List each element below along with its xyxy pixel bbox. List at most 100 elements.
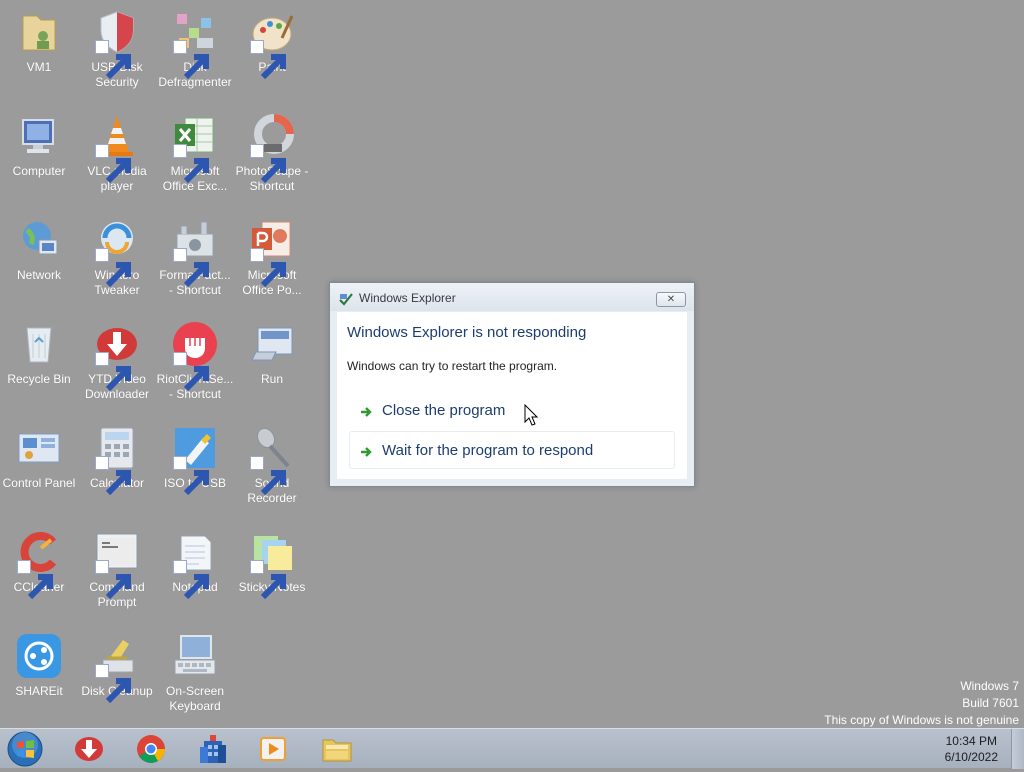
taskbar-media-player-button[interactable]: [252, 731, 294, 767]
taskbar-ytd-button[interactable]: [68, 731, 110, 767]
start-button[interactable]: [4, 730, 48, 768]
shortcut-arrow-icon: [173, 456, 209, 496]
desktop-icon-ccleaner[interactable]: CCleaner: [0, 528, 78, 600]
control-panel-icon: [15, 424, 63, 472]
desktop-icon-command-prompt[interactable]: Command Prompt: [78, 528, 156, 610]
desktop-icon-computer[interactable]: Computer: [0, 112, 78, 179]
desktop-icon-label: VM1: [26, 60, 52, 74]
shortcut-arrow-icon: [95, 144, 131, 184]
dialog-titlebar[interactable]: Windows Explorer ✕: [330, 283, 694, 311]
shortcut-arrow-icon: [95, 40, 131, 80]
desktop-icon-label: Network: [16, 268, 61, 282]
desktop-icon-label: SHAREit: [15, 684, 63, 698]
shortcut-arrow-icon: [173, 40, 209, 80]
desktop-icon-sticky-notes[interactable]: Sticky Notes: [233, 528, 311, 600]
desktop-icon-disk-cleanup[interactable]: Disk Cleanup: [78, 632, 156, 704]
format-factory-icon: [171, 216, 219, 288]
shortcut-arrow-icon: [250, 144, 286, 184]
desktop-icon-recycle-bin[interactable]: Recycle Bin: [0, 320, 78, 387]
keyboard-icon: [171, 632, 219, 680]
desktop-icon-paint[interactable]: Paint: [233, 8, 311, 80]
desktop: VM1 Computer Network Recycle Bin Control…: [0, 0, 1024, 728]
desktop-icon-label: On-Screen Keyboard: [165, 684, 225, 713]
dialog-heading: Windows Explorer is not responding: [347, 324, 587, 341]
sticky-notes-icon: [248, 528, 296, 600]
desktop-icon-shareit[interactable]: SHAREit: [0, 632, 78, 699]
shortcut-arrow-icon: [95, 456, 131, 496]
riot-fist-icon: [171, 320, 219, 392]
desktop-icon-label: Computer: [12, 164, 66, 178]
desktop-icon-winaero-tweaker[interactable]: Winaero Tweaker: [78, 216, 156, 298]
shortcut-arrow-icon: [250, 456, 286, 496]
system-clock[interactable]: 10:34 PM 6/10/2022: [945, 733, 998, 765]
green-arrow-icon: [359, 444, 373, 458]
shortcut-arrow-icon: [173, 560, 209, 600]
mouse-pointer-icon: [524, 403, 539, 426]
taskbar-chrome-button[interactable]: [130, 731, 172, 767]
desktop-icon-on-screen-keyboard[interactable]: On-Screen Keyboard: [156, 632, 234, 714]
close-program-option[interactable]: Close the program: [349, 391, 675, 429]
desktop-icon-sound-recorder[interactable]: Sound Recorder: [233, 424, 311, 506]
desktop-icon-notepad[interactable]: Notepad: [156, 528, 234, 600]
shortcut-arrow-icon: [250, 248, 286, 288]
defragmenter-icon: [171, 8, 219, 80]
desktop-icon-photoscape[interactable]: PhotoScape - Shortcut: [233, 112, 311, 194]
dialog-close-button[interactable]: ✕: [656, 292, 686, 307]
folder-icon: [322, 739, 352, 762]
building-icon: [200, 735, 226, 763]
shield-icon: [93, 8, 141, 80]
shortcut-arrow-icon: [95, 560, 131, 600]
wait-for-program-label: Wait for the program to respond: [382, 442, 594, 459]
desktop-icon-iso-to-usb[interactable]: ISO to USB: [156, 424, 234, 496]
taskbar: 10:34 PM 6/10/2022: [0, 728, 1024, 769]
desktop-icon-format-factory[interactable]: FormatFact... - Shortcut: [156, 216, 234, 298]
clock-date: 6/10/2022: [944, 750, 998, 764]
recycle-bin-icon: [15, 320, 63, 368]
taskbar-app-button[interactable]: [192, 731, 234, 767]
disk-cleanup-icon: [93, 632, 141, 704]
palette-icon: [248, 8, 296, 80]
folder-user-icon: [15, 8, 63, 56]
traffic-cone-icon: [93, 112, 141, 184]
excel-icon: [171, 112, 219, 184]
shortcut-arrow-icon: [95, 248, 131, 288]
network-globe-icon: [15, 216, 63, 264]
start-orb-icon: [7, 731, 43, 767]
desktop-icon-vm1[interactable]: VM1: [0, 8, 78, 75]
desktop-icon-network[interactable]: Network: [0, 216, 78, 283]
shortcut-arrow-icon: [95, 664, 131, 704]
dialog-message: Windows can try to restart the program.: [347, 359, 558, 373]
ccleaner-icon: [15, 528, 63, 600]
desktop-icon-disk-defragmenter[interactable]: Disk Defragmenter: [156, 8, 234, 90]
desktop-icon-control-panel[interactable]: Control Panel: [0, 424, 78, 491]
taskbar-explorer-button[interactable]: [316, 731, 358, 767]
desktop-icon-excel[interactable]: Microsoft Office Exc...: [156, 112, 234, 194]
notepad-icon: [171, 528, 219, 600]
wait-for-program-option[interactable]: Wait for the program to respond: [349, 431, 675, 469]
dialog-content: Windows Explorer is not responding Windo…: [337, 312, 687, 479]
clock-time: 10:34 PM: [945, 734, 997, 748]
green-arrow-icon: [359, 404, 373, 418]
desktop-icon-usb-disk-security[interactable]: USB Disk Security: [78, 8, 156, 90]
desktop-icon-label: Recycle Bin: [7, 372, 71, 386]
watermark-genuine: This copy of Windows is not genuine: [824, 713, 1019, 727]
chrome-icon: [137, 735, 165, 763]
media-player-icon: [260, 737, 286, 761]
powerpoint-icon: [248, 216, 296, 288]
not-responding-dialog: Windows Explorer ✕ Windows Explorer is n…: [329, 282, 695, 487]
shareit-icon: [15, 632, 63, 680]
watermark-build: Build 7601: [962, 696, 1019, 710]
shortcut-arrow-icon: [250, 560, 286, 600]
shortcut-arrow-icon: [95, 352, 131, 392]
desktop-icon-riot-client[interactable]: RiotClientSe... - Shortcut: [156, 320, 234, 402]
desktop-icon-calculator[interactable]: Calculator: [78, 424, 156, 496]
desktop-icon-run[interactable]: Run: [233, 320, 311, 387]
show-desktop-button[interactable]: [1011, 729, 1024, 769]
windows-watermark: Windows 7 Build 7601 This copy of Window…: [824, 678, 1019, 729]
shortcut-arrow-icon: [250, 40, 286, 80]
desktop-icon-powerpoint[interactable]: Microsoft Office Po...: [233, 216, 311, 298]
desktop-icon-ytd[interactable]: YTD Video Downloader: [78, 320, 156, 402]
desktop-icon-vlc[interactable]: VLC media player: [78, 112, 156, 194]
shortcut-arrow-icon: [173, 352, 209, 392]
winaero-icon: [93, 216, 141, 288]
